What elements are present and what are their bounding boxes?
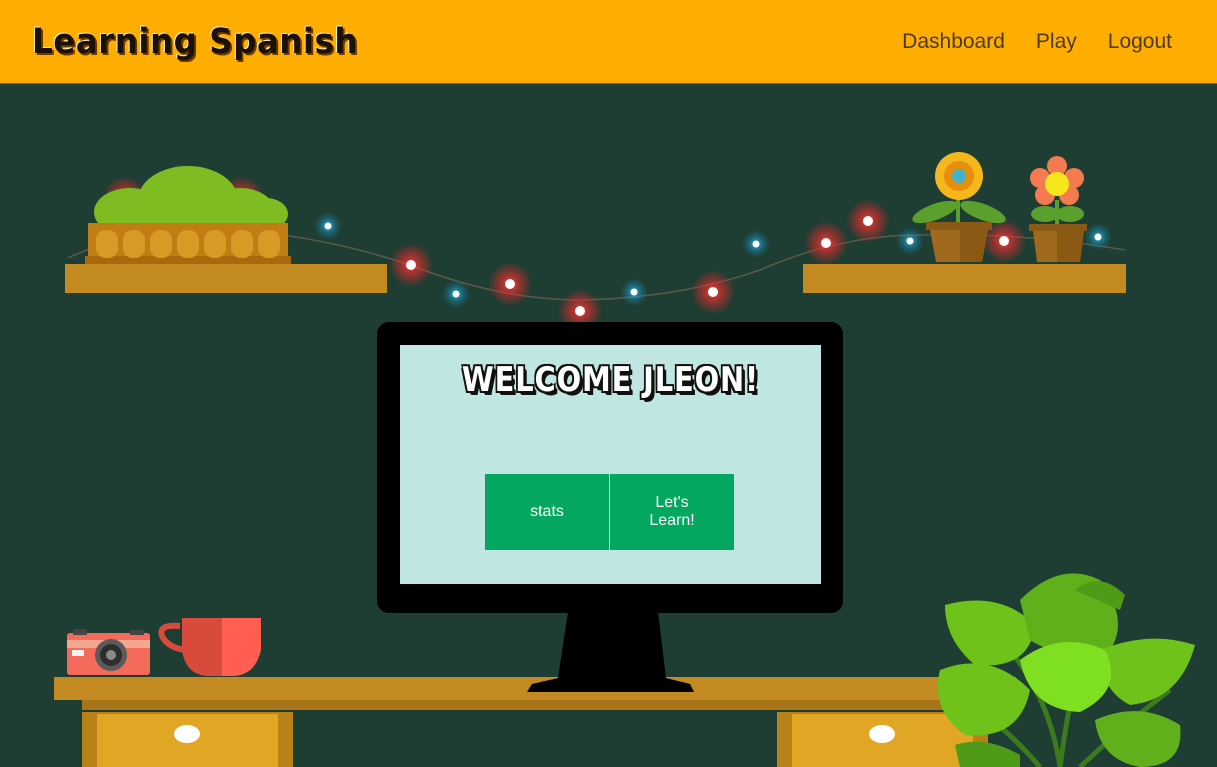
brand-logo-text[interactable]: Learning Spanish: [32, 22, 358, 62]
light-red: [488, 262, 532, 306]
nav-link-play[interactable]: Play: [1036, 30, 1077, 54]
light-blue: [742, 230, 770, 258]
light-red: [691, 270, 735, 314]
coffee-mug: [158, 618, 261, 676]
camera: [67, 629, 150, 675]
left-drawer: [82, 712, 293, 767]
welcome-heading: Welcome jleon!: [461, 360, 760, 400]
nav-link-dashboard[interactable]: Dashboard: [902, 30, 1005, 54]
light-blue: [620, 278, 648, 306]
light-red: [389, 243, 433, 287]
nav-link-logout[interactable]: Logout: [1108, 30, 1172, 54]
desk-scene-illustration: [54, 152, 1195, 767]
top-navbar: Learning Spanish Dashboard Play Logout: [0, 0, 1217, 84]
nav-links: Dashboard Play Logout: [902, 30, 1172, 54]
monitor-button-group: stats Let's Learn!: [485, 474, 734, 550]
lets-learn-button[interactable]: Let's Learn!: [610, 474, 734, 550]
light-blue: [442, 280, 470, 308]
light-red: [804, 221, 848, 265]
light-blue: [314, 212, 342, 240]
orange-flower-pot: [1029, 156, 1087, 262]
light-red: [846, 199, 890, 243]
stats-button[interactable]: stats: [485, 474, 609, 550]
light-blue: [896, 227, 924, 255]
light-blue: [1084, 223, 1112, 251]
